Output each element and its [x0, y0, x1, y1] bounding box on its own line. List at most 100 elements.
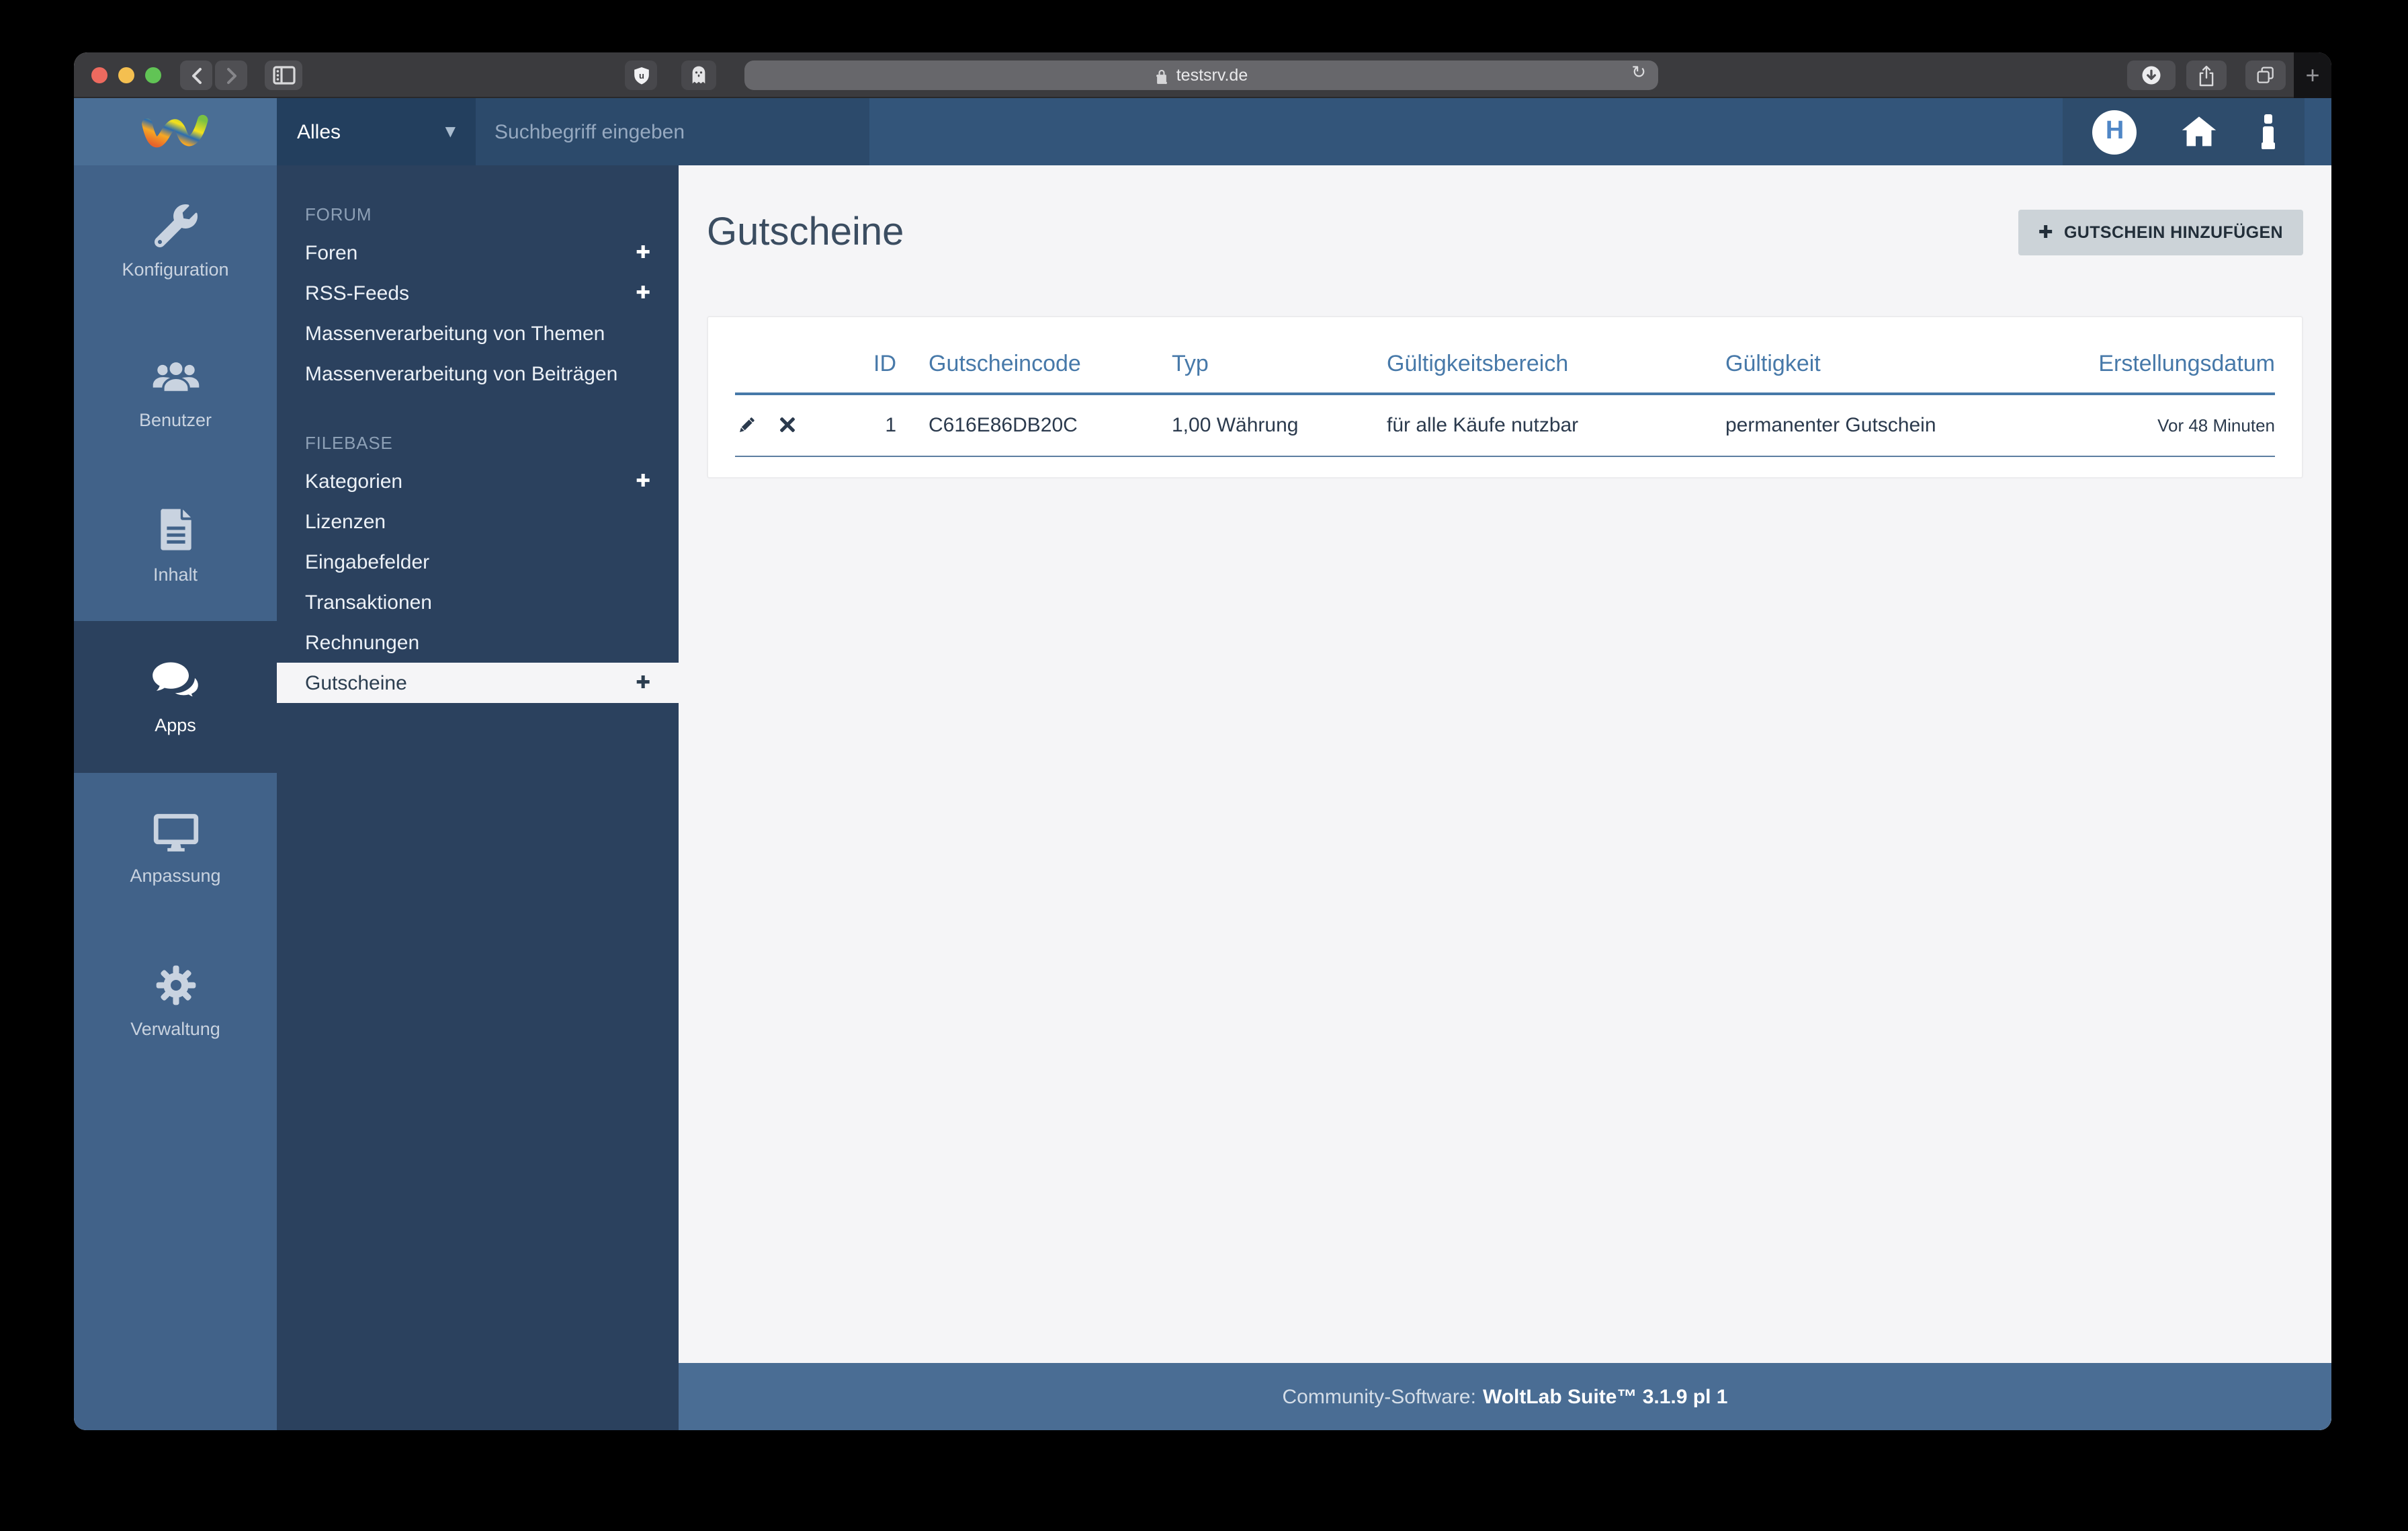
minimize-window-button[interactable]: [118, 67, 134, 83]
search-scope-label: Alles: [297, 120, 341, 143]
new-tab-button[interactable]: +: [2294, 52, 2331, 98]
sidebar-item-anpassung[interactable]: Anpassung: [74, 773, 277, 925]
cell-gueltigkeitsbereich: für alle Käufe nutzbar: [1387, 394, 1725, 456]
tab-overview-button[interactable]: [2245, 60, 2286, 90]
menu-item-label: Lizenzen: [305, 510, 386, 533]
sidebar-item-label: Inhalt: [153, 564, 198, 584]
column-header-gutscheincode[interactable]: Gutscheincode: [896, 335, 1172, 394]
menu-item-label: Foren: [305, 241, 357, 264]
acp-topbar: Alles ▼ H: [74, 98, 2331, 165]
downloads-button[interactable]: [2127, 60, 2176, 90]
document-icon: [157, 506, 194, 552]
sidebar-item-apps[interactable]: Apps: [74, 621, 277, 773]
ublock-extension-button[interactable]: u: [625, 60, 657, 90]
address-bar[interactable]: testsrv.de ↻: [744, 60, 1658, 90]
menu-item-eingabefelder[interactable]: Eingabefelder: [277, 542, 679, 582]
sidebar-icon: [272, 66, 295, 85]
menu-item-kategorien[interactable]: Kategorien ✚: [277, 461, 679, 501]
ghostery-extension-button[interactable]: [681, 60, 716, 90]
secondary-sidebar: FORUM Foren ✚ RSS-Feeds ✚ Massenverarbei…: [277, 165, 679, 1430]
plus-icon: ✚: [2038, 222, 2053, 243]
delete-x-icon[interactable]: [777, 415, 798, 436]
cell-gueltigkeit: permanenter Gutschein: [1725, 394, 2055, 456]
menu-item-foren[interactable]: Foren ✚: [277, 233, 679, 273]
info-icon[interactable]: [2261, 114, 2274, 149]
chevron-down-icon: ▼: [445, 124, 456, 139]
sidebar-item-verwaltung[interactable]: Verwaltung: [74, 925, 277, 1077]
footer-product: WoltLab Suite™ 3.1.9 pl 1: [1483, 1385, 1728, 1408]
woltlab-logo[interactable]: [74, 98, 277, 165]
chevron-left-icon: [190, 67, 202, 84]
search-field-wrap: [476, 98, 869, 165]
menu-item-label: RSS-Feeds: [305, 282, 409, 304]
add-icon[interactable]: ✚: [636, 471, 650, 491]
topbar-spacer: [869, 98, 2063, 165]
column-header-id[interactable]: ID: [836, 335, 896, 394]
sidebar-item-label: Benutzer: [139, 409, 212, 429]
column-header-actions: [735, 335, 836, 394]
woltlab-logo-icon: [138, 106, 213, 157]
sidebar-item-konfiguration[interactable]: Konfiguration: [74, 165, 277, 317]
menu-item-rechnungen[interactable]: Rechnungen: [277, 622, 679, 663]
users-icon: [151, 357, 200, 397]
acp-footer: Community-Software: WoltLab Suite™ 3.1.9…: [679, 1363, 2331, 1430]
column-header-gueltigkeitsbereich[interactable]: Gültigkeitsbereich: [1387, 335, 1725, 394]
footer-prefix: Community-Software:: [1283, 1385, 1476, 1408]
add-gutschein-button[interactable]: ✚ Gutschein hinzufügen: [2018, 210, 2303, 255]
cell-gutscheincode: C616E86DB20C: [896, 394, 1172, 456]
sidebar-toggle-button[interactable]: [265, 60, 302, 90]
menu-item-label: Kategorien: [305, 470, 402, 493]
menu-section-forum: FORUM Foren ✚ RSS-Feeds ✚ Massenverarbei…: [277, 195, 679, 394]
share-button[interactable]: [2186, 60, 2227, 90]
add-icon[interactable]: ✚: [636, 673, 650, 693]
add-icon[interactable]: ✚: [636, 283, 650, 303]
window-controls: [91, 67, 161, 83]
menu-item-label: Gutscheine: [305, 671, 407, 694]
lock-icon: [1155, 67, 1170, 84]
sidebar-item-label: Konfiguration: [122, 259, 228, 279]
desktop-background: u testsrv.de ↻ +: [0, 0, 2408, 1531]
edit-pencil-icon[interactable]: [735, 414, 758, 437]
tabs-icon: [2255, 65, 2276, 86]
ghost-icon: [689, 65, 708, 86]
row-actions-cell: [735, 394, 836, 456]
browser-chrome: u testsrv.de ↻ +: [74, 52, 2331, 98]
search-scope-select[interactable]: Alles ▼: [277, 98, 476, 165]
table-row: 1 C616E86DB20C 1,00 Währung für alle Käu…: [735, 394, 2275, 456]
page-title: Gutscheine: [707, 210, 904, 255]
cell-erstellungsdatum: Vor 48 Minuten: [2055, 394, 2275, 456]
menu-item-transaktionen[interactable]: Transaktionen: [277, 582, 679, 622]
gutscheine-table-card: ID Gutscheincode Typ Gültigkeitsbereich …: [707, 316, 2303, 478]
forward-button[interactable]: [215, 60, 247, 90]
menu-section-filebase: FILEBASE Kategorien ✚ Lizenzen Eingabefe…: [277, 423, 679, 703]
menu-item-label: Transaktionen: [305, 591, 432, 614]
chevron-right-icon: [225, 67, 237, 84]
topbar-tail: [2305, 98, 2331, 165]
back-button[interactable]: [180, 60, 212, 90]
reload-icon[interactable]: ↻: [1631, 63, 1646, 83]
column-header-typ[interactable]: Typ: [1172, 335, 1387, 394]
column-header-erstellungsdatum[interactable]: Erstellungsdatum: [2055, 335, 2275, 394]
browser-window: u testsrv.de ↻ +: [74, 52, 2331, 1430]
sidebar-item-label: Verwaltung: [130, 1018, 220, 1038]
sidebar-item-benutzer[interactable]: Benutzer: [74, 317, 277, 469]
menu-item-lizenzen[interactable]: Lizenzen: [277, 501, 679, 542]
sidebar-item-inhalt[interactable]: Inhalt: [74, 469, 277, 621]
menu-section-title: FORUM: [277, 195, 679, 233]
svg-text:u: u: [638, 70, 644, 80]
menu-item-rss-feeds[interactable]: RSS-Feeds ✚: [277, 273, 679, 313]
home-icon[interactable]: [2181, 116, 2217, 148]
close-window-button[interactable]: [91, 67, 108, 83]
zoom-window-button[interactable]: [145, 67, 161, 83]
add-icon[interactable]: ✚: [636, 243, 650, 263]
menu-item-massenverarbeitung-beitraege[interactable]: Massenverarbeitung von Beiträgen: [277, 354, 679, 394]
column-header-gueltigkeit[interactable]: Gültigkeit: [1725, 335, 2055, 394]
main-area: Konfiguration Benutzer: [74, 165, 2331, 1430]
menu-item-label: Eingabefelder: [305, 550, 429, 573]
avatar[interactable]: H: [2093, 110, 2137, 154]
menu-item-gutscheine[interactable]: Gutscheine ✚: [277, 663, 679, 703]
primary-sidebar: Konfiguration Benutzer: [74, 165, 277, 1430]
search-input[interactable]: [492, 119, 853, 144]
content-area: Gutscheine ✚ Gutschein hinzufügen: [679, 165, 2331, 1363]
menu-item-massenverarbeitung-themen[interactable]: Massenverarbeitung von Themen: [277, 313, 679, 354]
